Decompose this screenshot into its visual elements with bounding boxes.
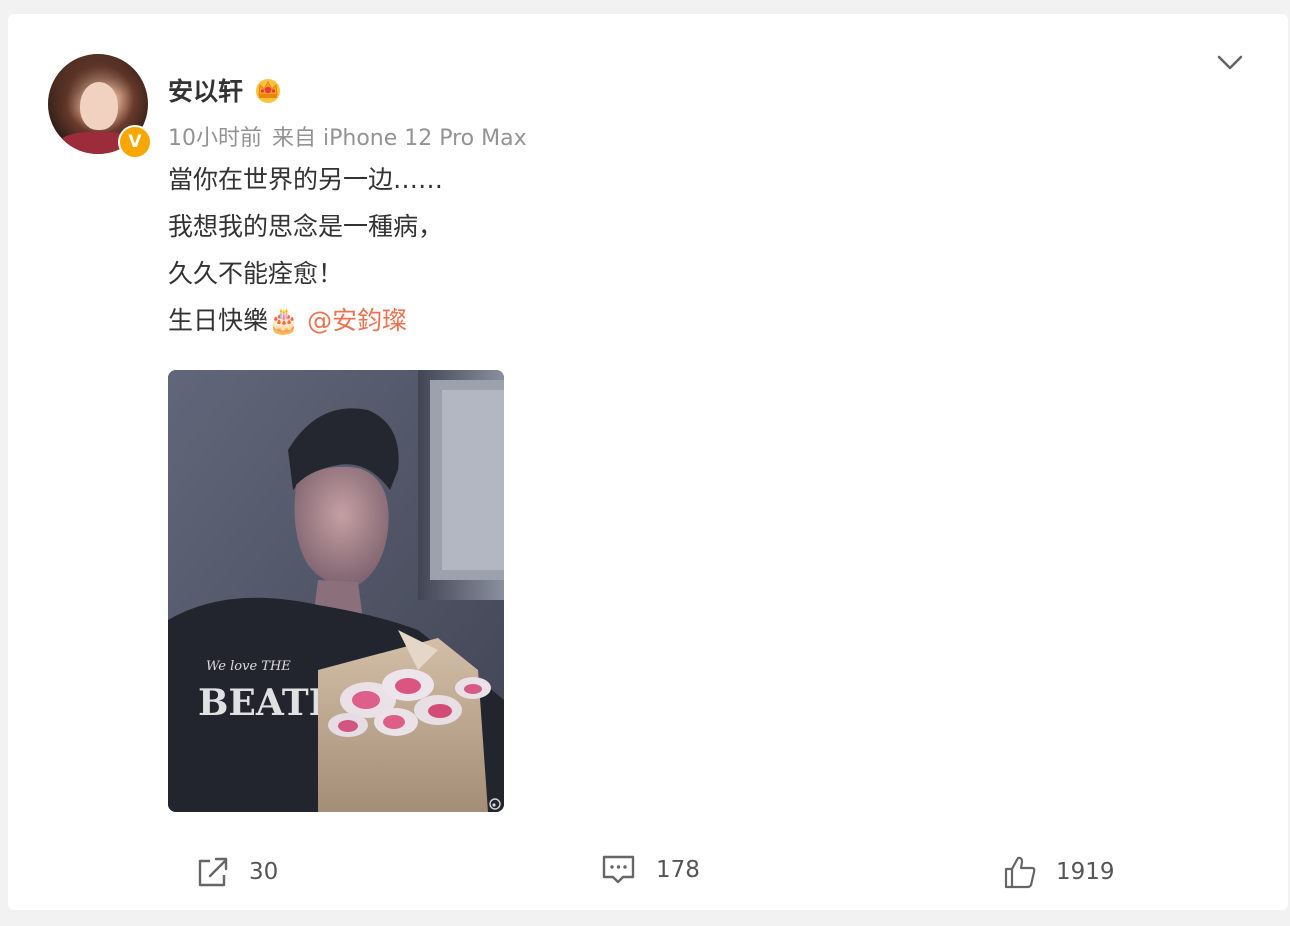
post-text-line: 生日快樂🎂 [168, 306, 300, 335]
comment-button[interactable]: 178 [600, 852, 700, 888]
post-time[interactable]: 10小时前 [168, 126, 262, 151]
post-text: 當你在世界的另一边…… 我想我的思念是一種病， 久久不能痊愈！ 生日快樂🎂 @安… [168, 162, 443, 350]
repost-icon [198, 857, 228, 887]
username-row: 安以轩 [168, 72, 283, 108]
photo-illustration: We love THE BEATLE [168, 370, 504, 812]
post-card: V 安以轩 10小时前 来自 iPhone 12 Pro Max 當你在世界的另一… [8, 14, 1288, 910]
repost-count: 30 [249, 859, 279, 885]
like-count: 1919 [1056, 859, 1115, 885]
repost-button[interactable]: 30 [195, 854, 278, 890]
verified-badge-icon: V [118, 125, 152, 159]
crown-icon[interactable] [253, 75, 283, 105]
post-text-line-last: 生日快樂🎂 @安鈞璨 [168, 303, 443, 350]
comment-count: 178 [656, 857, 700, 883]
post-text-line: 久久不能痊愈！ [168, 259, 344, 288]
post-meta: 10小时前 来自 iPhone 12 Pro Max [168, 120, 537, 152]
action-bar: 30 178 1919 [8, 850, 1288, 894]
post-photo[interactable]: We love THE BEATLE [168, 370, 504, 812]
chevron-down-icon[interactable] [1213, 50, 1247, 76]
post-text-line: 我想我的思念是一種病， [168, 212, 444, 241]
mention-link[interactable]: @安鈞璨 [307, 306, 407, 335]
username[interactable]: 安以轩 [168, 72, 243, 108]
like-button[interactable]: 1919 [1002, 854, 1115, 890]
comment-icon [602, 855, 635, 884]
thumbs-up-icon [1004, 856, 1036, 889]
post-text-line: 當你在世界的另一边…… [168, 165, 444, 194]
avatar-face [80, 82, 118, 130]
post-source: 来自 iPhone 12 Pro Max [272, 126, 527, 151]
